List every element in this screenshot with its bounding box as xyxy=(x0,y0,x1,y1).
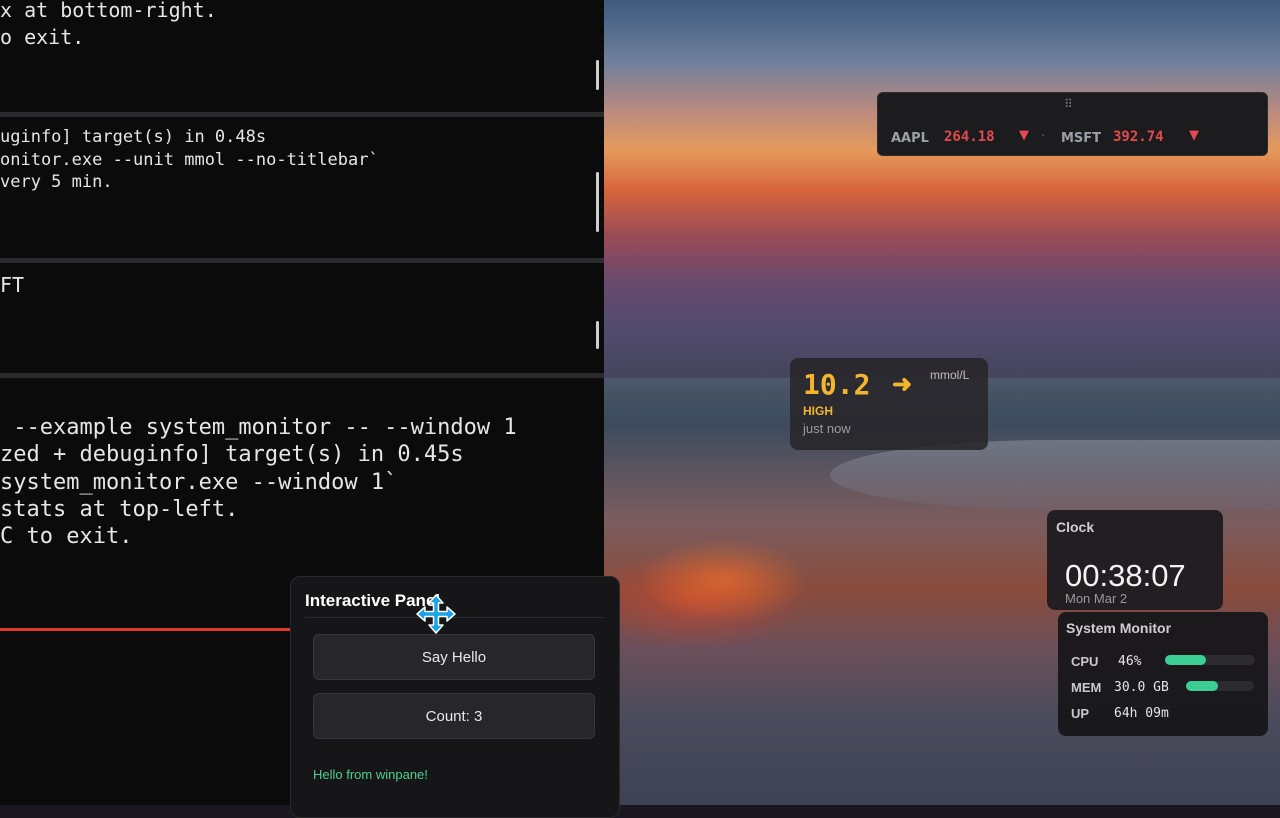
progress-underline xyxy=(0,628,300,631)
terminal-line: very 5 min. xyxy=(0,172,113,192)
move-cursor-icon xyxy=(416,594,456,634)
glucose-unit: mmol/L xyxy=(930,368,970,382)
terminal-line: --example system_monitor -- --window 1 xyxy=(0,415,517,440)
pane-scrollbar[interactable] xyxy=(596,60,599,90)
ticker-separator: · xyxy=(1041,129,1046,144)
terminal-line: onitor.exe --unit mmol --no-titlebar` xyxy=(0,150,379,170)
clock-date: Mon Mar 2 xyxy=(1065,591,1128,606)
terminal-pane-1[interactable]: x at bottom-right. o exit. xyxy=(0,0,604,112)
system-monitor-widget[interactable]: System Monitor CPU 46% MEM 30.0 GB UP 64… xyxy=(1058,612,1268,736)
trend-arrow-icon: ➜ xyxy=(892,371,913,398)
pane-scrollbar[interactable] xyxy=(596,172,599,232)
count-button[interactable]: Count: 3 xyxy=(313,693,595,739)
cpu-bar xyxy=(1165,655,1255,665)
terminal-line: zed + debuginfo] target(s) in 0.45s xyxy=(0,442,464,467)
ticker-price-aapl: 264.18 xyxy=(944,129,995,145)
terminal-line: FT xyxy=(0,273,25,297)
mem-bar xyxy=(1186,681,1254,691)
stock-ticker-widget[interactable]: ⠿ AAPL 264.18 ▼ · MSFT 392.74 ▼ xyxy=(877,92,1268,156)
terminal-line: system_monitor.exe --window 1` xyxy=(0,470,398,495)
down-arrow-icon: ▼ xyxy=(1189,128,1199,143)
glucose-widget[interactable]: 10.2 ➜ mmol/L HIGH just now xyxy=(790,358,988,450)
system-monitor-title: System Monitor xyxy=(1066,620,1172,636)
uptime-label: UP xyxy=(1071,706,1090,721)
say-hello-button[interactable]: Say Hello xyxy=(313,634,595,680)
terminal-line: uginfo] target(s) in 0.48s xyxy=(0,127,267,147)
mem-label: MEM xyxy=(1071,680,1102,695)
glucose-status: HIGH xyxy=(803,404,833,418)
clock-time: 00:38:07 xyxy=(1065,558,1186,593)
wallpaper-wave xyxy=(830,440,1280,510)
glucose-updated: just now xyxy=(803,421,851,436)
terminal-line: x at bottom-right. xyxy=(0,0,217,22)
pane-scrollbar[interactable] xyxy=(596,321,599,349)
hello-message: Hello from winpane! xyxy=(313,767,428,782)
ticker-symbol-aapl: AAPL xyxy=(891,131,929,146)
down-arrow-icon: ▼ xyxy=(1019,128,1029,143)
terminal-pane-3[interactable]: FT xyxy=(0,263,604,373)
terminal-line: stats at top-left. xyxy=(0,497,239,522)
mem-value: 30.0 GB xyxy=(1114,680,1169,695)
cpu-bar-fill xyxy=(1165,655,1207,665)
terminal-line: C to exit. xyxy=(0,524,133,549)
drag-handle-icon[interactable]: ⠿ xyxy=(1064,97,1073,111)
mem-bar-fill xyxy=(1186,681,1218,691)
cpu-label: CPU xyxy=(1071,654,1099,669)
terminal-line: o exit. xyxy=(0,25,85,49)
ticker-symbol-msft: MSFT xyxy=(1061,131,1102,146)
cpu-value: 46% xyxy=(1118,654,1142,669)
clock-widget[interactable]: Clock 00:38:07 Mon Mar 2 xyxy=(1047,510,1223,610)
clock-title: Clock xyxy=(1056,519,1095,535)
glucose-value: 10.2 xyxy=(803,368,871,401)
ticker-price-msft: 392.74 xyxy=(1113,129,1164,145)
terminal-pane-2[interactable]: uginfo] target(s) in 0.48s onitor.exe --… xyxy=(0,117,604,258)
uptime-value: 64h 09m xyxy=(1114,706,1169,721)
